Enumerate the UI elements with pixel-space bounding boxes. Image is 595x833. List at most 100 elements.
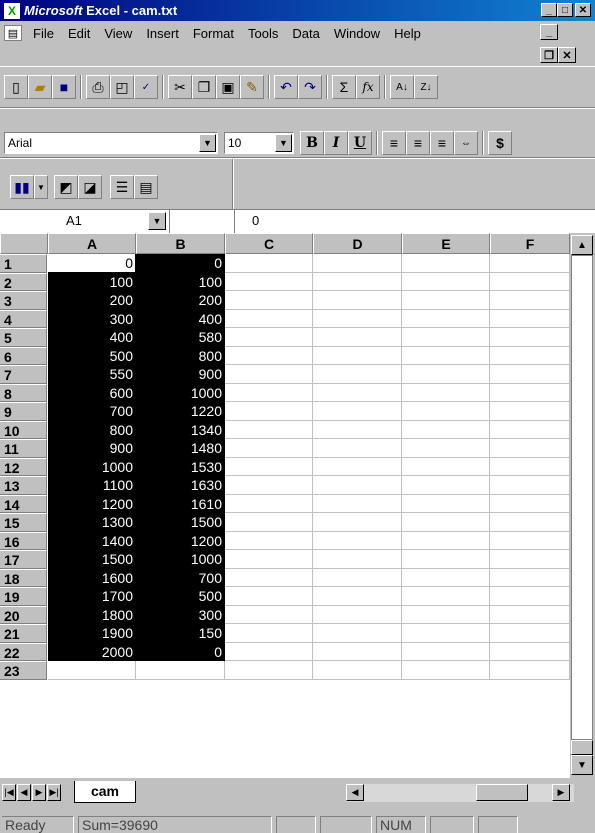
cell[interactable]: 1900 (48, 624, 136, 643)
row-header[interactable]: 13 (0, 476, 47, 495)
cell[interactable] (402, 420, 490, 439)
row-header[interactable]: 19 (0, 587, 47, 606)
row-header[interactable]: 14 (0, 494, 47, 513)
cell[interactable]: 1610 (136, 494, 225, 513)
cell[interactable] (225, 272, 313, 291)
cell[interactable]: 1220 (136, 402, 225, 421)
cell[interactable] (225, 531, 313, 550)
row-header[interactable]: 7 (0, 365, 47, 384)
menu-data[interactable]: Data (285, 26, 326, 41)
cell[interactable]: 580 (136, 328, 225, 347)
vertical-scrollbar[interactable]: ▲ ▼ (570, 233, 595, 778)
cell[interactable] (490, 531, 570, 550)
cell[interactable] (313, 309, 402, 328)
cell[interactable] (313, 383, 402, 402)
column-header[interactable]: C (225, 233, 313, 254)
cell[interactable] (490, 550, 570, 569)
formula-input[interactable]: 0 (252, 210, 259, 232)
menu-tools[interactable]: Tools (241, 26, 285, 41)
cell[interactable]: 1200 (136, 531, 225, 550)
cell[interactable]: 550 (48, 365, 136, 384)
cell[interactable] (225, 642, 313, 661)
cell[interactable] (313, 254, 402, 273)
cell[interactable]: 1600 (48, 568, 136, 587)
horizontal-scrollbar[interactable]: ◀ ▶ (346, 784, 574, 802)
cell[interactable] (490, 587, 570, 606)
cell[interactable] (402, 476, 490, 495)
cell[interactable]: 1000 (136, 383, 225, 402)
cell[interactable]: 300 (48, 309, 136, 328)
cell[interactable] (490, 513, 570, 532)
cell[interactable] (313, 365, 402, 384)
row-header[interactable]: 9 (0, 402, 47, 421)
cell[interactable] (225, 494, 313, 513)
cell[interactable] (402, 439, 490, 458)
cell[interactable] (490, 383, 570, 402)
cell[interactable] (313, 550, 402, 569)
cell[interactable] (402, 254, 490, 273)
undo-icon[interactable]: ↶ (274, 75, 298, 99)
font-name-combo[interactable]: Arial ▼ (4, 132, 218, 154)
cell[interactable] (313, 531, 402, 550)
cell[interactable]: 700 (136, 568, 225, 587)
menu-view[interactable]: View (97, 26, 139, 41)
cell[interactable] (225, 457, 313, 476)
menu-format[interactable]: Format (186, 26, 241, 41)
cell[interactable]: 500 (136, 587, 225, 606)
sheet-tab[interactable]: cam (74, 781, 136, 803)
first-sheet-icon[interactable]: |◀ (2, 784, 16, 801)
font-size-combo[interactable]: 10 ▼ (224, 132, 294, 154)
cell[interactable] (225, 309, 313, 328)
cell[interactable] (313, 328, 402, 347)
cell[interactable] (490, 661, 570, 680)
name-box[interactable]: A1 ▼ (0, 210, 170, 233)
print-icon[interactable]: ⎙ (86, 75, 110, 99)
spelling-icon[interactable]: ✓ (134, 75, 158, 99)
cell[interactable]: 100 (136, 272, 225, 291)
cell[interactable] (490, 439, 570, 458)
cell[interactable] (313, 661, 402, 680)
scroll-down-icon[interactable]: ▼ (571, 755, 593, 775)
cell[interactable] (225, 624, 313, 643)
cell[interactable] (490, 291, 570, 310)
hscroll-thumb[interactable] (476, 784, 528, 801)
row-header[interactable]: 2 (0, 272, 47, 291)
cell[interactable] (313, 439, 402, 458)
cell[interactable]: 1340 (136, 420, 225, 439)
row-header[interactable]: 4 (0, 309, 47, 328)
column-header[interactable]: B (136, 233, 225, 254)
row-header[interactable]: 5 (0, 328, 47, 347)
cell[interactable] (313, 272, 402, 291)
cell[interactable] (225, 661, 313, 680)
scroll-right-icon[interactable]: ▶ (552, 784, 570, 801)
row-header[interactable]: 16 (0, 531, 47, 550)
row-header[interactable]: 12 (0, 457, 47, 476)
cell[interactable] (313, 624, 402, 643)
cut-icon[interactable]: ✂ (168, 75, 192, 99)
cell[interactable]: 1700 (48, 587, 136, 606)
cell[interactable]: 150 (136, 624, 225, 643)
chevron-down-icon[interactable]: ▼ (148, 212, 166, 230)
cell[interactable]: 400 (136, 309, 225, 328)
cell[interactable] (490, 254, 570, 273)
paste-icon[interactable]: ▣ (216, 75, 240, 99)
cell[interactable] (225, 568, 313, 587)
scroll-thumb[interactable] (571, 740, 593, 755)
cell[interactable] (225, 513, 313, 532)
row-header[interactable]: 8 (0, 383, 47, 402)
default-chart-icon[interactable]: ◩ (54, 175, 78, 199)
column-header[interactable]: D (313, 233, 402, 254)
row-header[interactable]: 20 (0, 605, 47, 624)
chevron-down-icon[interactable]: ▼ (34, 175, 48, 199)
cell[interactable] (225, 439, 313, 458)
document-icon[interactable]: ▤ (4, 25, 22, 41)
cell[interactable] (402, 346, 490, 365)
autosum-icon[interactable]: Σ (332, 75, 356, 99)
cell[interactable]: 0 (136, 642, 225, 661)
sort-descending-icon[interactable]: Z↓ (414, 75, 438, 99)
cell[interactable] (402, 494, 490, 513)
cell[interactable] (490, 346, 570, 365)
next-sheet-icon[interactable]: ▶ (32, 784, 46, 801)
cell[interactable]: 200 (136, 291, 225, 310)
row-header[interactable]: 23 (0, 661, 47, 680)
